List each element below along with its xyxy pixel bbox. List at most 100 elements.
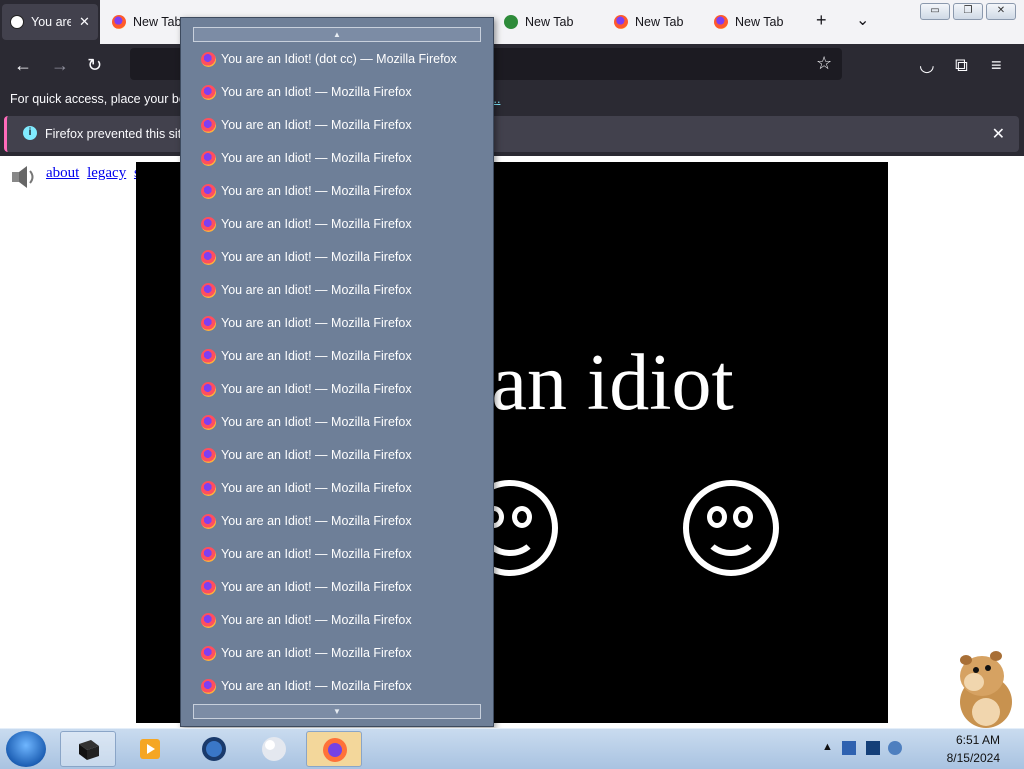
- window-list-item[interactable]: You are an Idiot! — Mozilla Firefox: [181, 538, 493, 571]
- window-title: You are an Idiot! — Mozilla Firefox: [221, 217, 412, 231]
- tab-label: New Tab: [735, 15, 784, 29]
- firefox-icon: [201, 382, 216, 397]
- window-title: You are an Idiot! — Mozilla Firefox: [221, 646, 412, 660]
- tab-new-tab-2[interactable]: New Tab: [496, 4, 596, 40]
- window-list-item[interactable]: You are an Idiot! — Mozilla Firefox: [181, 241, 493, 274]
- taskbar-app-media-player[interactable]: [122, 731, 178, 767]
- extensions-button[interactable]: ⧉: [955, 55, 968, 76]
- bookmark-star-icon[interactable]: ☆: [816, 53, 832, 74]
- window-title: You are an Idiot! — Mozilla Firefox: [221, 448, 412, 462]
- window-list-item[interactable]: You are an Idiot! — Mozilla Firefox: [181, 439, 493, 472]
- window-list-item[interactable]: You are an Idiot! — Mozilla Firefox: [181, 109, 493, 142]
- window-list-item[interactable]: You are an Idiot! — Mozilla Firefox: [181, 472, 493, 505]
- tab-label: New Tab: [635, 15, 684, 29]
- popup-blocked-infobar: i Firefox prevented this site ✕: [4, 116, 1019, 152]
- legacy-link[interactable]: legacy: [87, 165, 126, 181]
- window-title: You are an Idiot! — Mozilla Firefox: [221, 415, 412, 429]
- window-list-item[interactable]: You are an Idiot! — Mozilla Firefox: [181, 142, 493, 175]
- window-title: You are an Idiot! — Mozilla Firefox: [221, 514, 412, 528]
- window-title: You are an Idiot! — Mozilla Firefox: [221, 151, 412, 165]
- close-tab-icon[interactable]: ✕: [79, 14, 90, 30]
- window-list-item[interactable]: You are an Idiot! — Mozilla Firefox: [181, 208, 493, 241]
- pocket-button[interactable]: ◡: [919, 55, 935, 76]
- smiley-icon: [10, 15, 24, 29]
- tab-label: New Tab: [133, 15, 182, 29]
- action-center-icon[interactable]: [842, 741, 856, 755]
- speaker-icon[interactable]: [8, 162, 38, 192]
- firefox-icon: [201, 184, 216, 199]
- window-list-item[interactable]: You are an Idiot! — Mozilla Firefox: [181, 175, 493, 208]
- scroll-up-button[interactable]: ▲: [193, 27, 481, 42]
- close-infobar-button[interactable]: ✕: [992, 124, 1005, 144]
- window-list-item[interactable]: You are an Idiot! — Mozilla Firefox: [181, 307, 493, 340]
- window-list-item[interactable]: You are an Idiot! — Mozilla Firefox: [181, 571, 493, 604]
- window-list-item[interactable]: You are an Idiot! — Mozilla Firefox: [181, 373, 493, 406]
- list-all-tabs-button[interactable]: ⌄: [856, 10, 869, 30]
- firefox-icon: [201, 481, 216, 496]
- firefox-icon: [714, 15, 728, 29]
- tab-new-tab-1[interactable]: New Tab: [104, 4, 184, 40]
- window-list-item[interactable]: You are an Idiot! — Mozilla Firefox: [181, 604, 493, 637]
- firefox-icon: [201, 679, 216, 694]
- window-list-item[interactable]: You are an Idiot! — Mozilla Firefox: [181, 670, 493, 703]
- restore-button[interactable]: ❐: [953, 3, 983, 20]
- firefox-icon: [201, 415, 216, 430]
- forward-button[interactable]: →: [51, 55, 69, 76]
- window-list-item[interactable]: You are an Idiot! — Mozilla Firefox: [181, 340, 493, 373]
- tab-new-tab-3[interactable]: New Tab: [606, 4, 706, 40]
- firefox-icon: [201, 85, 216, 100]
- tab-label: You are: [31, 15, 71, 29]
- game-icon: [504, 15, 518, 29]
- new-tab-button[interactable]: +: [816, 10, 827, 31]
- window-list-item[interactable]: You are an Idiot! — Mozilla Firefox: [181, 505, 493, 538]
- window-title: You are an Idiot! — Mozilla Firefox: [221, 184, 412, 198]
- taskbar-app-sphere[interactable]: [246, 731, 302, 767]
- firefox-icon: [201, 349, 216, 364]
- window-title: You are an Idiot! — Mozilla Firefox: [221, 580, 412, 594]
- start-button[interactable]: [6, 731, 46, 767]
- taskbar: ▲ 6:51 AM 8/15/2024: [0, 728, 1024, 769]
- window-list-item[interactable]: You are an Idiot! — Mozilla Firefox: [181, 406, 493, 439]
- firefox-icon: [614, 15, 628, 29]
- window-list-item[interactable]: You are an Idiot! (dot cc) — Mozilla Fir…: [181, 43, 493, 76]
- window-list-item[interactable]: You are an Idiot! — Mozilla Firefox: [181, 76, 493, 109]
- window-controls: ▭ ❐ ✕: [920, 3, 1016, 20]
- taskbar-app-globe[interactable]: [186, 731, 242, 767]
- close-window-button[interactable]: ✕: [986, 3, 1016, 20]
- minimize-button[interactable]: ▭: [920, 3, 950, 20]
- taskbar-app-firefox[interactable]: [306, 731, 362, 767]
- taskbar-app-terminal[interactable]: [60, 731, 116, 767]
- firefox-icon: [201, 52, 216, 67]
- page-content: about legacy safe e an idiot: [0, 156, 1024, 728]
- firefox-icon: [201, 118, 216, 133]
- show-hidden-icons-button[interactable]: ▲: [822, 741, 836, 755]
- notification-area: i Firefox prevented this site ✕: [0, 114, 1024, 156]
- hamster-gadget-icon[interactable]: [936, 646, 1024, 730]
- window-title: You are an Idiot! — Mozilla Firefox: [221, 118, 412, 132]
- window-list-item[interactable]: You are an Idiot! — Mozilla Firefox: [181, 274, 493, 307]
- volume-icon[interactable]: [888, 741, 902, 755]
- navigation-toolbar: ← → ↻ ☆ ◡ ⧉ ≡: [0, 44, 1024, 86]
- tab-new-tab-4[interactable]: New Tab: [706, 4, 806, 40]
- scroll-down-button[interactable]: ▼: [193, 704, 481, 719]
- app-menu-button[interactable]: ≡: [991, 55, 1002, 76]
- system-tray: ▲ 6:51 AM 8/15/2024: [822, 729, 1012, 769]
- window-title: You are an Idiot! — Mozilla Firefox: [221, 481, 412, 495]
- tab-you-are-an-idiot[interactable]: You are ✕: [2, 4, 98, 40]
- firefox-icon: [201, 250, 216, 265]
- about-link[interactable]: about: [46, 165, 79, 181]
- firefox-icon: [201, 514, 216, 529]
- tab-label: New Tab: [525, 15, 574, 29]
- network-icon[interactable]: [866, 741, 880, 755]
- window-title: You are an Idiot! — Mozilla Firefox: [221, 613, 412, 627]
- clock-date[interactable]: 8/15/2024: [947, 751, 1000, 765]
- firefox-icon: [201, 448, 216, 463]
- back-button[interactable]: ←: [14, 55, 32, 76]
- clock-time[interactable]: 6:51 AM: [956, 733, 1000, 747]
- reload-button[interactable]: ↻: [87, 55, 102, 76]
- firefox-icon: [201, 613, 216, 628]
- window-list-item[interactable]: You are an Idiot! — Mozilla Firefox: [181, 637, 493, 670]
- window-title: You are an Idiot! — Mozilla Firefox: [221, 283, 412, 297]
- taskbar-window-list: ▲ You are an Idiot! (dot cc) — Mozilla F…: [180, 17, 494, 727]
- bookmarks-toolbar: For quick access, place your boo ...: [0, 86, 1024, 114]
